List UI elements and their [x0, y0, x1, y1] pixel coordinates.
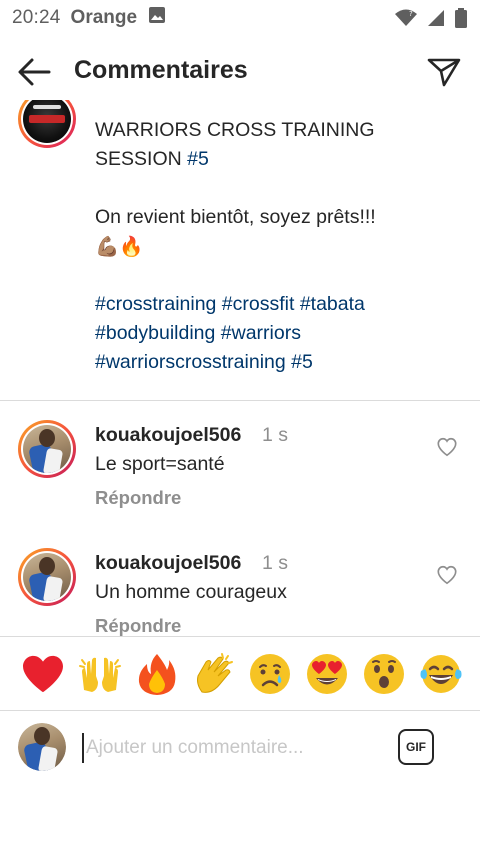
battery-icon: [454, 7, 468, 29]
emoji-red-heart[interactable]: [20, 651, 66, 697]
caption-line: [95, 174, 455, 203]
hashtag-link[interactable]: #crosstraining #crossfit #tabata: [95, 290, 455, 319]
caption-line: WARRIORS CROSS TRAINING: [95, 119, 375, 141]
comment-item: kouakoujoel506 1 s Le sport=santé Répond…: [0, 420, 480, 540]
comments-list[interactable]: WARRIORS CROSS TRAINING SESSION #5 On re…: [0, 100, 480, 636]
emoji-tears-of-joy[interactable]: [418, 651, 464, 697]
heart-icon[interactable]: [436, 436, 458, 458]
comment-input[interactable]: [82, 733, 372, 763]
emoji-heart-eyes[interactable]: [304, 651, 350, 697]
comment-username[interactable]: kouakoujoel506: [95, 424, 241, 447]
emoji-fire[interactable]: [134, 651, 180, 697]
wifi-icon: ?: [394, 8, 418, 28]
gif-button[interactable]: GIF: [398, 729, 434, 765]
hashtag-link[interactable]: #bodybuilding #warriors: [95, 319, 455, 348]
quick-emoji-bar: [0, 636, 480, 710]
comment-text: Le sport=santé: [95, 453, 225, 475]
hashtag-link[interactable]: #5: [187, 148, 209, 170]
status-time: 20:24: [12, 7, 61, 28]
comment-composer: GIF: [0, 710, 480, 786]
caption-line: 💪🏽🔥: [95, 235, 144, 258]
caption-line: [95, 261, 455, 290]
emoji-clapping-hands[interactable]: [191, 651, 237, 697]
reply-button[interactable]: Répondre: [95, 615, 181, 636]
comment-time: 1 s: [262, 552, 289, 574]
divider: [0, 400, 480, 401]
arrow-left-icon: [18, 58, 51, 86]
comment-text: Un homme courageux: [95, 581, 287, 603]
page-title: Commentaires: [74, 56, 248, 84]
user-avatar[interactable]: [18, 723, 66, 771]
warriors-logo: [23, 100, 71, 143]
avatar[interactable]: [18, 548, 76, 606]
heart-icon[interactable]: [436, 564, 458, 586]
caption-avatar[interactable]: [18, 100, 76, 148]
header: Commentaires: [0, 36, 480, 106]
status-carrier: Orange: [70, 7, 138, 28]
paper-plane-icon: [427, 58, 461, 87]
emoji-surprised-face[interactable]: [361, 651, 407, 697]
caption-line: SESSION #5: [95, 148, 209, 170]
hashtag-link[interactable]: #warriorscrosstraining #5: [95, 348, 455, 377]
comment-item: kouakoujoel506 1 s Un homme courageux Ré…: [0, 548, 480, 636]
comment-username[interactable]: kouakoujoel506: [95, 552, 241, 575]
comment-time: 1 s: [262, 424, 289, 446]
emoji-crying-face[interactable]: [247, 651, 293, 697]
svg-text:?: ?: [409, 10, 413, 18]
emoji-raised-hands[interactable]: [77, 651, 123, 697]
signal-icon: [426, 8, 446, 28]
caption-text: WARRIORS CROSS TRAINING SESSION #5 On re…: [95, 116, 455, 377]
avatar[interactable]: [18, 420, 76, 478]
send-button[interactable]: [424, 52, 464, 92]
reply-button[interactable]: Répondre: [95, 487, 181, 509]
back-button[interactable]: [14, 52, 54, 92]
status-bar: 20:24 Orange ?: [0, 0, 480, 36]
image-icon: [147, 5, 167, 31]
caption-line: On revient bientôt, soyez prêts!!!: [95, 206, 376, 228]
